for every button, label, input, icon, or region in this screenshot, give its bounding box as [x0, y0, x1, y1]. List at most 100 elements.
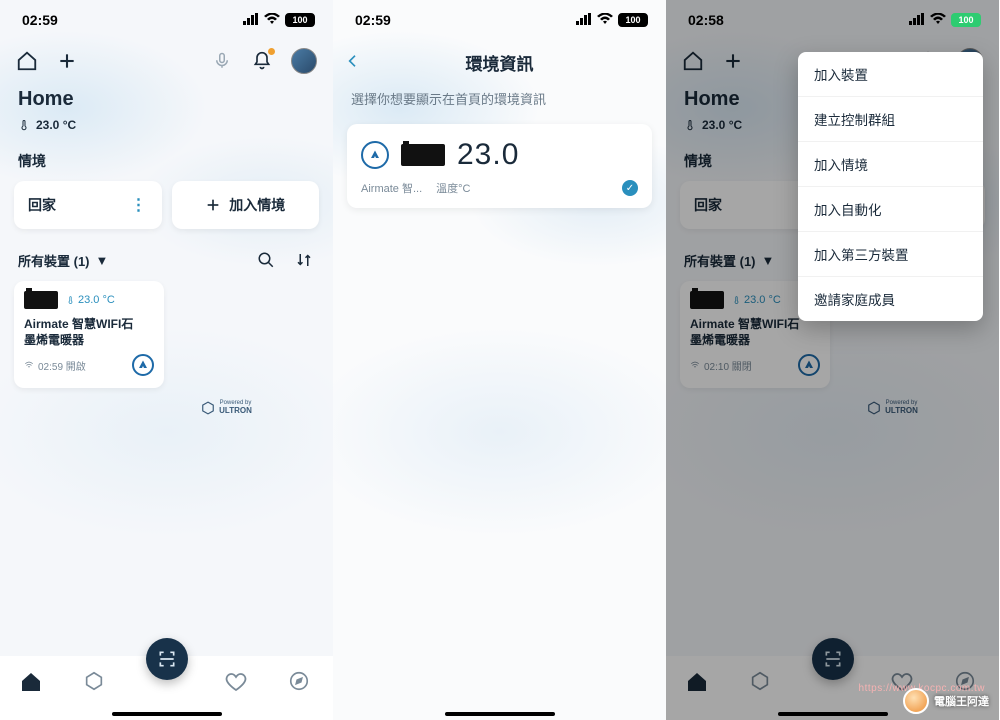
menu-add-device[interactable]: 加入裝置 — [798, 52, 983, 97]
wifi-icon — [690, 360, 700, 370]
menu-add-scene[interactable]: 加入情境 — [798, 142, 983, 187]
device-temp: 23.0 °C — [732, 294, 781, 306]
chevron-down-icon: ▼ — [762, 253, 775, 268]
page-subtitle: 選擇你想要顯示在首頁的環境資訊 — [333, 83, 666, 124]
signal-icon — [576, 12, 592, 28]
temperature-value: 23.0 °C — [702, 118, 742, 132]
env-info-screen: 02:59 100 環境資訊 選擇你想要顯示在首頁的環境資訊 23.0 Airm… — [333, 0, 666, 720]
env-card[interactable]: 23.0 Airmate 智... 溫度°C ✓ — [347, 124, 652, 208]
wifi-icon — [597, 12, 613, 28]
ultron-badge-icon — [201, 401, 215, 415]
signal-icon — [243, 12, 259, 28]
scan-icon — [823, 649, 843, 669]
home-icon[interactable] — [682, 50, 704, 72]
device-image — [690, 291, 724, 309]
add-scene-label: 加入情境 — [229, 195, 285, 215]
page-header: 環境資訊 — [333, 40, 666, 83]
wifi-icon — [24, 360, 34, 370]
powered-by: Powered by ULTRON — [726, 400, 999, 415]
watermark: 電腦王阿達 — [903, 688, 989, 714]
status-bar: 02:58 100 — [666, 0, 999, 40]
scene-options-icon[interactable]: ⋮ — [131, 195, 148, 215]
home-indicator — [778, 712, 888, 716]
status-bar: 02:59 100 — [0, 0, 333, 40]
watermark-text: 電腦王阿達 — [934, 693, 989, 709]
airmate-logo-icon — [137, 359, 149, 371]
chevron-left-icon — [345, 50, 361, 72]
env-unit-label: 溫度°C — [436, 180, 470, 196]
nav-home[interactable] — [685, 670, 711, 696]
device-temp: 23.0 °C — [66, 294, 115, 306]
scan-fab[interactable] — [812, 638, 854, 680]
nav-explore[interactable] — [288, 670, 314, 696]
signal-icon — [909, 12, 925, 28]
menu-invite-member[interactable]: 邀請家庭成員 — [798, 277, 983, 321]
wifi-icon — [930, 12, 946, 28]
mic-icon[interactable] — [211, 50, 233, 72]
home-temperature[interactable]: 23.0 °C — [0, 117, 333, 147]
menu-add-thirdparty[interactable]: 加入第三方裝置 — [798, 232, 983, 277]
env-value: 23.0 — [457, 138, 519, 172]
thermometer-icon — [732, 294, 741, 306]
notification-dot — [268, 48, 275, 55]
chevron-down-icon: ▼ — [96, 253, 109, 268]
temperature-value: 23.0 °C — [36, 118, 76, 132]
scene-card-home[interactable]: 回家 ⋮ — [14, 181, 162, 229]
device-image — [24, 291, 58, 309]
home-icon[interactable] — [16, 50, 38, 72]
watermark-avatar — [903, 688, 929, 714]
device-card[interactable]: 23.0 °C Airmate 智慧WIFI石 墨烯電暖器 02:59 開啟 — [14, 281, 164, 388]
thermometer-icon — [66, 294, 75, 306]
status-bar: 02:59 100 — [333, 0, 666, 40]
env-device-name: Airmate 智... — [361, 180, 422, 196]
scenes-label: 情境 — [0, 147, 333, 181]
status-time: 02:58 — [688, 12, 724, 28]
scan-icon — [157, 649, 177, 669]
top-toolbar — [0, 40, 333, 78]
brand-badge — [132, 354, 154, 376]
plus-icon — [205, 197, 221, 213]
airmate-logo-icon — [369, 149, 381, 161]
avatar[interactable] — [291, 48, 317, 74]
home-indicator — [112, 712, 222, 716]
status-time: 02:59 — [22, 12, 58, 28]
nav-home[interactable] — [19, 670, 45, 696]
menu-add-automation[interactable]: 加入自動化 — [798, 187, 983, 232]
add-scene-button[interactable]: 加入情境 — [172, 181, 320, 229]
brand-badge — [798, 354, 820, 376]
menu-create-group[interactable]: 建立控制群組 — [798, 97, 983, 142]
add-menu-dropdown: 加入裝置 建立控制群組 加入情境 加入自動化 加入第三方裝置 邀請家庭成員 — [798, 52, 983, 321]
battery-icon: 100 — [285, 13, 315, 27]
home-screen: 02:59 100 — [0, 0, 333, 720]
bell-icon[interactable] — [251, 50, 273, 72]
add-icon[interactable] — [56, 50, 78, 72]
scene-name: 回家 — [694, 195, 722, 215]
check-icon[interactable]: ✓ — [622, 180, 638, 196]
scan-fab[interactable] — [146, 638, 188, 680]
search-icon[interactable] — [255, 249, 277, 271]
back-button[interactable] — [345, 50, 361, 77]
nav-modules[interactable] — [749, 670, 775, 696]
nav-health[interactable] — [224, 670, 250, 696]
battery-icon: 100 — [618, 13, 648, 27]
wifi-icon — [264, 12, 280, 28]
nav-modules[interactable] — [83, 670, 109, 696]
thermometer-icon — [684, 117, 696, 133]
devices-label: 所有裝置 (1) — [684, 251, 756, 270]
ultron-badge-icon — [867, 401, 881, 415]
devices-filter[interactable]: 所有裝置 (1) ▼ — [684, 251, 774, 270]
powered-by: Powered by ULTRON — [60, 400, 333, 415]
page-title: 環境資訊 — [466, 50, 534, 75]
brand-badge — [361, 141, 389, 169]
device-status: 02:10 關閉 — [690, 358, 752, 373]
add-icon[interactable] — [722, 50, 744, 72]
thermometer-icon — [18, 117, 30, 133]
status-time: 02:59 — [355, 12, 391, 28]
device-name: Airmate 智慧WIFI石 墨烯電暖器 — [690, 317, 820, 348]
devices-filter[interactable]: 所有裝置 (1) ▼ — [18, 251, 108, 270]
sort-icon[interactable] — [293, 249, 315, 271]
home-screen-with-menu: 02:58 100 Home 23.0 °C 情境 回家 ⋮ 加入情境 — [666, 0, 999, 720]
device-image — [401, 144, 445, 166]
scene-name: 回家 — [28, 195, 56, 215]
airmate-logo-icon — [803, 359, 815, 371]
